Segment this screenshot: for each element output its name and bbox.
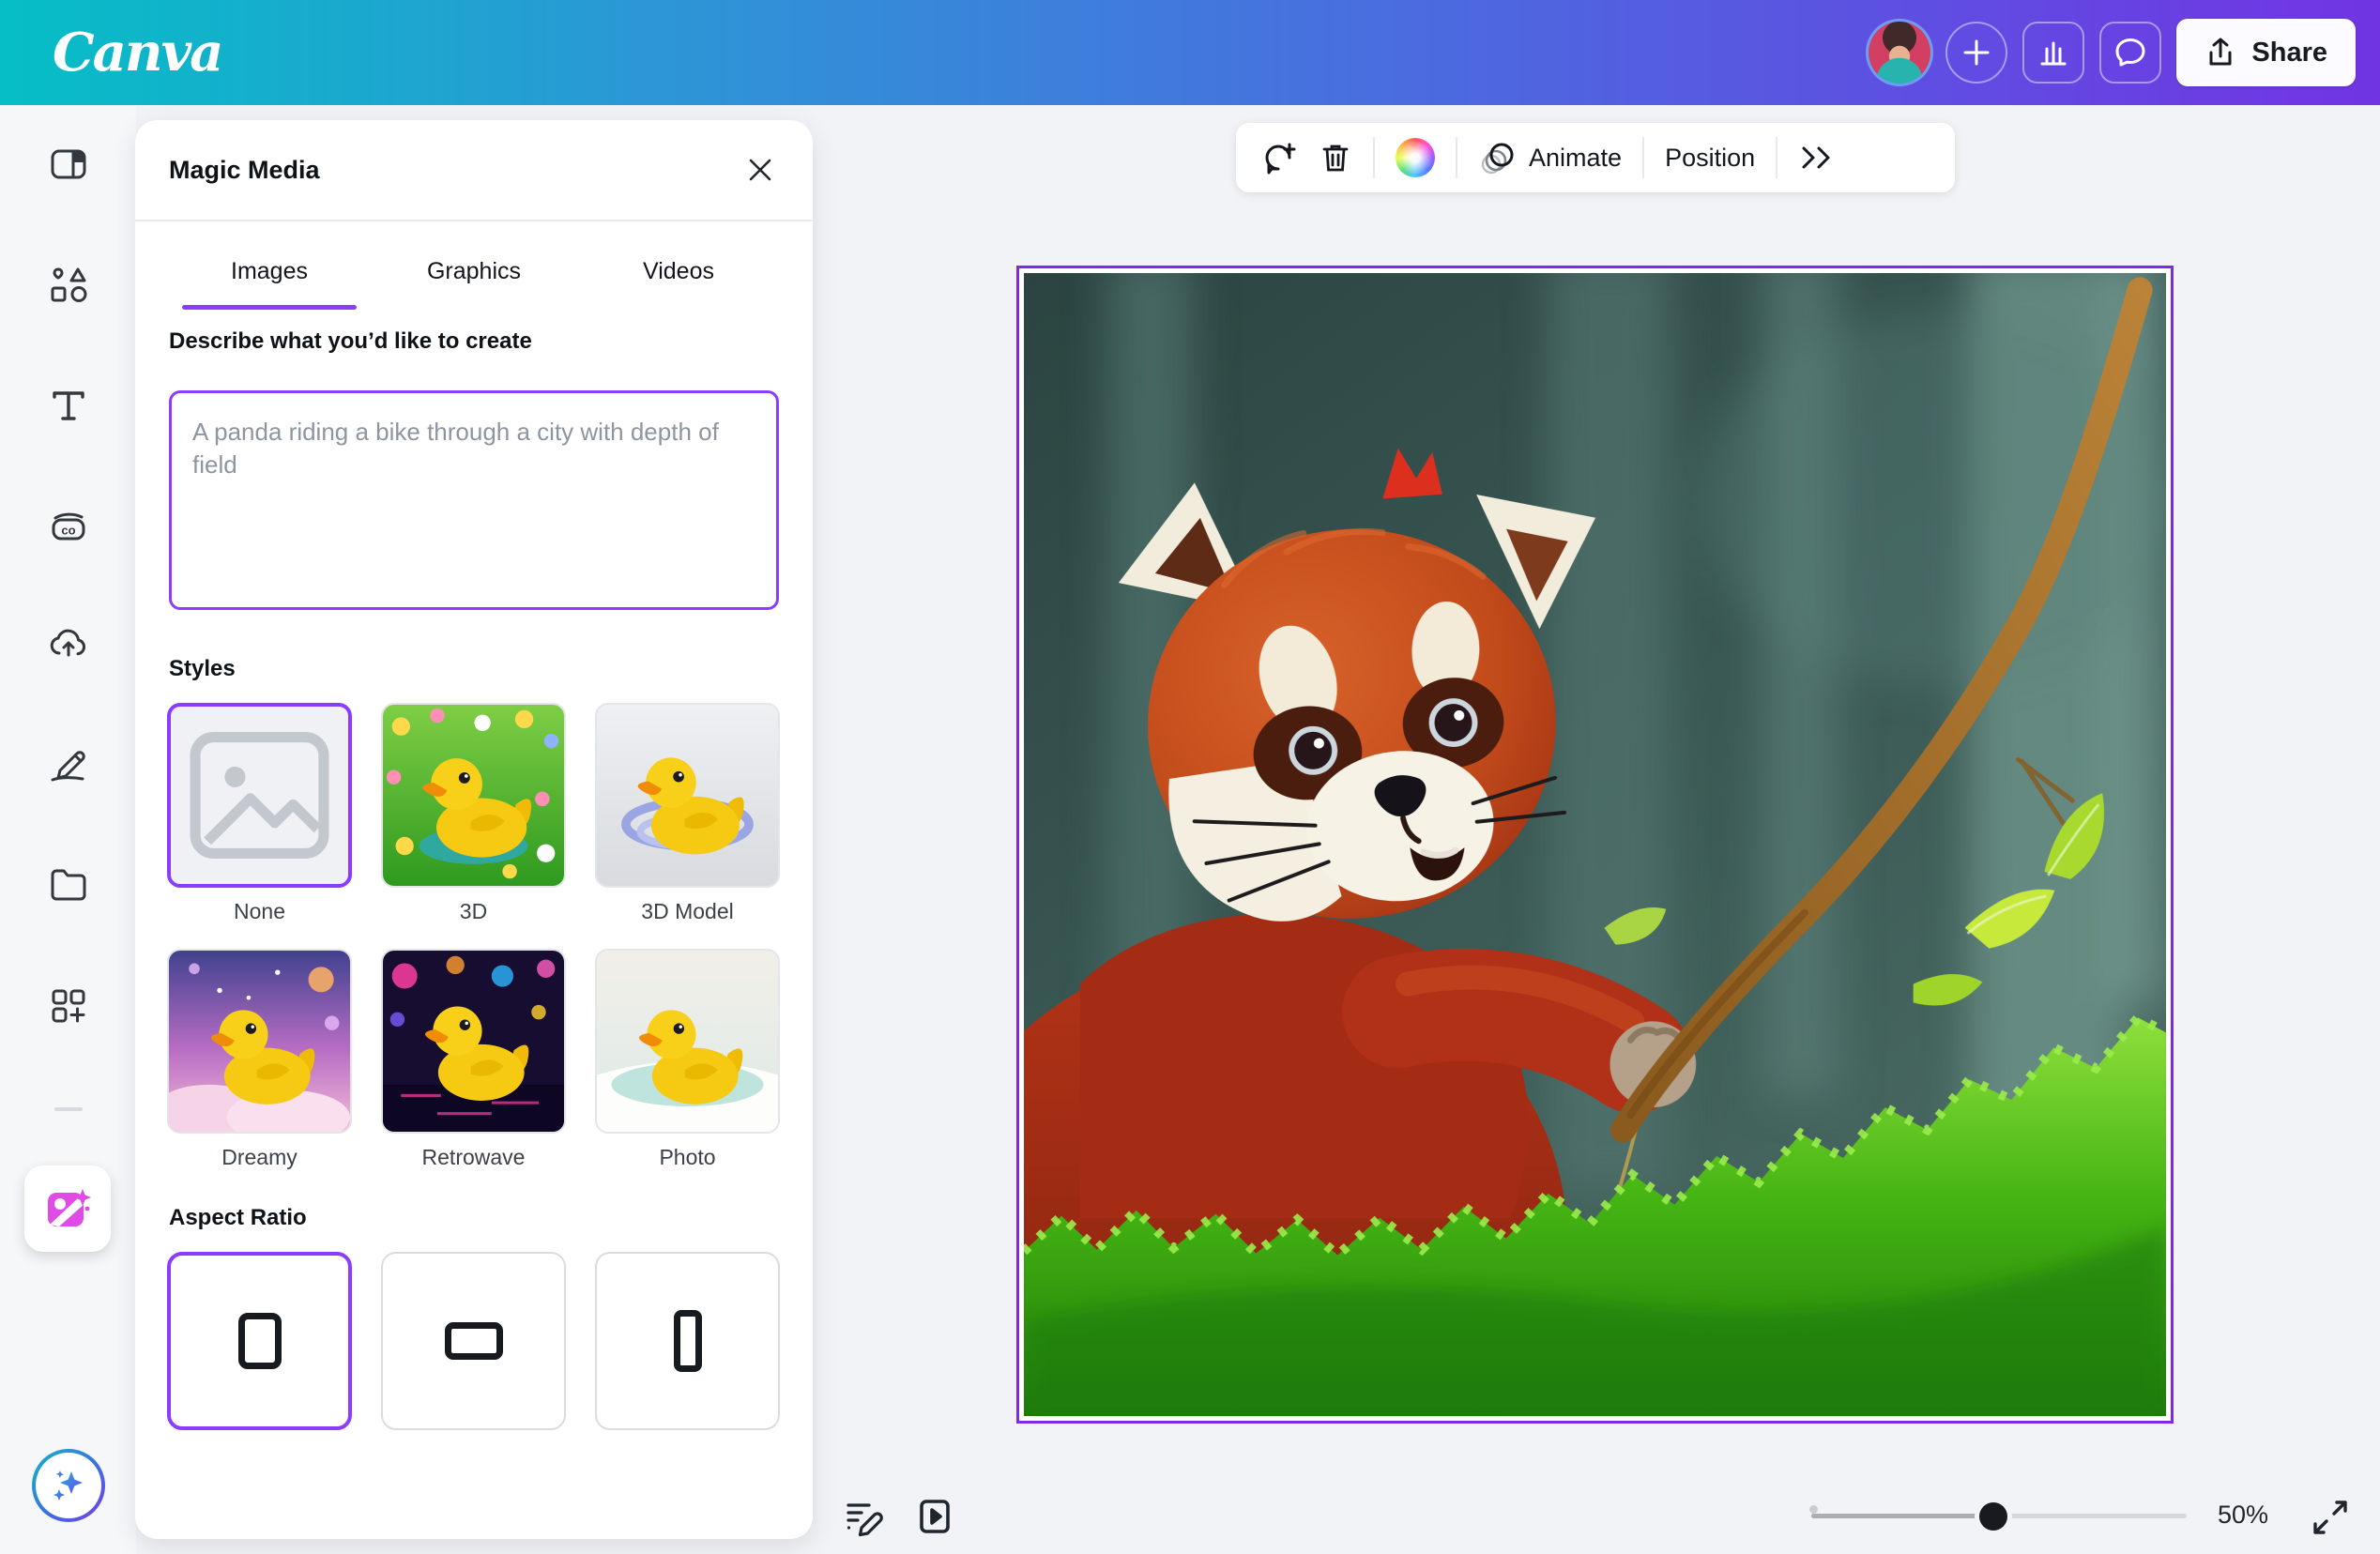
apps-icon — [47, 984, 90, 1028]
comment-add-button[interactable] — [1260, 139, 1298, 176]
top-bar: Canva Share — [0, 0, 2380, 105]
context-toolbar: Animate Position — [1236, 123, 1955, 192]
portrait-ratio-icon — [674, 1310, 702, 1372]
style-3d-model-thumb — [597, 705, 778, 886]
share-upload-icon — [2205, 37, 2236, 69]
close-icon — [745, 155, 775, 185]
avatar[interactable] — [1869, 22, 1930, 84]
sidebar-item-projects[interactable] — [47, 863, 90, 906]
design-icon — [48, 144, 89, 185]
comment-add-icon — [1260, 139, 1298, 176]
styles-grid: None 3D — [167, 703, 781, 1170]
landscape-ratio-icon — [445, 1322, 503, 1360]
position-label: Position — [1665, 144, 1755, 173]
brand-icon: co — [47, 504, 90, 547]
present-button[interactable] — [912, 1494, 957, 1539]
style-retrowave-thumb — [383, 951, 564, 1132]
notes-icon — [841, 1494, 886, 1539]
svg-text:co: co — [61, 524, 75, 538]
aspect-ratio-grid — [167, 1252, 781, 1430]
fullscreen-icon — [2311, 1498, 2350, 1537]
style-option-retrowave[interactable]: Retrowave — [381, 949, 566, 1170]
canva-assistant-button[interactable] — [32, 1449, 105, 1522]
double-chevron-right-icon — [1798, 142, 1834, 174]
sidebar-item-design[interactable] — [47, 143, 90, 186]
color-wheel[interactable] — [1396, 138, 1435, 177]
analytics-button[interactable] — [2022, 22, 2084, 84]
style-option-none[interactable]: None — [167, 703, 352, 924]
style-option-photo[interactable]: Photo — [595, 949, 780, 1170]
active-tab-underline — [182, 305, 357, 310]
rail-divider — [54, 1107, 83, 1111]
canvas-selected-image[interactable] — [1016, 266, 2174, 1424]
comments-button[interactable] — [2099, 22, 2161, 84]
elements-icon — [47, 264, 90, 307]
tab-graphics[interactable]: Graphics — [372, 221, 576, 321]
plus-icon — [1960, 37, 1992, 69]
aspect-option-landscape[interactable] — [381, 1252, 566, 1430]
more-tools-button[interactable] — [1798, 142, 1834, 174]
square-ratio-icon — [238, 1313, 282, 1369]
style-option-3d[interactable]: 3D — [381, 703, 566, 924]
sidebar-item-magic-media[interactable] — [24, 1166, 111, 1252]
tab-images[interactable]: Images — [167, 221, 372, 321]
canva-assistant-icon — [47, 1464, 90, 1507]
panel-header: Magic Media — [135, 120, 813, 221]
fullscreen-button[interactable] — [2311, 1498, 2350, 1542]
canva-logo: Canva — [53, 22, 221, 84]
panel-tabs: Images Graphics Videos — [167, 221, 781, 321]
panel-title: Magic Media — [169, 156, 320, 185]
sidebar-item-elements[interactable] — [47, 264, 90, 307]
style-3d-thumb — [383, 705, 564, 886]
styles-heading: Styles — [169, 656, 236, 682]
style-dreamy-thumb — [169, 951, 350, 1132]
delete-icon — [1319, 141, 1352, 175]
tab-videos[interactable]: Videos — [576, 221, 781, 321]
magic-media-icon — [38, 1180, 97, 1238]
zoom-percentage: 50% — [2201, 1501, 2285, 1530]
analytics-icon — [2037, 36, 2070, 69]
text-icon — [48, 385, 89, 426]
sidebar-item-draw[interactable] — [47, 742, 90, 785]
red-panda-image — [1024, 273, 2166, 1416]
prompt-input[interactable] — [169, 390, 779, 610]
draw-icon — [47, 742, 90, 785]
aspect-option-portrait[interactable] — [595, 1252, 780, 1430]
delete-button[interactable] — [1319, 141, 1352, 175]
present-icon — [912, 1494, 957, 1539]
animate-button[interactable]: Animate — [1478, 138, 1622, 177]
style-photo-thumb — [597, 951, 778, 1132]
sidebar-item-apps[interactable] — [47, 984, 90, 1028]
aspect-ratio-heading: Aspect Ratio — [169, 1205, 307, 1231]
sidebar-item-uploads[interactable] — [47, 622, 90, 665]
share-label: Share — [2251, 38, 2327, 69]
share-button[interactable]: Share — [2176, 19, 2356, 86]
aspect-option-square[interactable] — [167, 1252, 352, 1430]
comments-icon — [2113, 35, 2148, 70]
style-option-dreamy[interactable]: Dreamy — [167, 949, 352, 1170]
side-rail: co — [0, 105, 136, 1554]
uploads-icon — [47, 622, 90, 665]
notes-button[interactable] — [841, 1494, 886, 1539]
add-member-button[interactable] — [1945, 22, 2007, 84]
animate-label: Animate — [1529, 144, 1622, 173]
projects-icon — [47, 863, 90, 906]
magic-media-panel: Magic Media Images Graphics Videos Descr… — [135, 120, 813, 1539]
position-button[interactable]: Position — [1665, 144, 1755, 173]
describe-label: Describe what you’d like to create — [169, 328, 532, 355]
style-option-3d-model[interactable]: 3D Model — [595, 703, 780, 924]
image-placeholder-icon — [171, 707, 348, 884]
sidebar-item-brand[interactable]: co — [47, 504, 90, 547]
zoom-slider-thumb[interactable] — [1979, 1502, 2007, 1531]
canva-editor: Canva Share — [0, 0, 2380, 1554]
zoom-track-start-dot — [1809, 1505, 1818, 1514]
animate-icon — [1478, 138, 1518, 177]
sidebar-item-text[interactable] — [47, 384, 90, 427]
close-panel-button[interactable] — [741, 151, 779, 189]
